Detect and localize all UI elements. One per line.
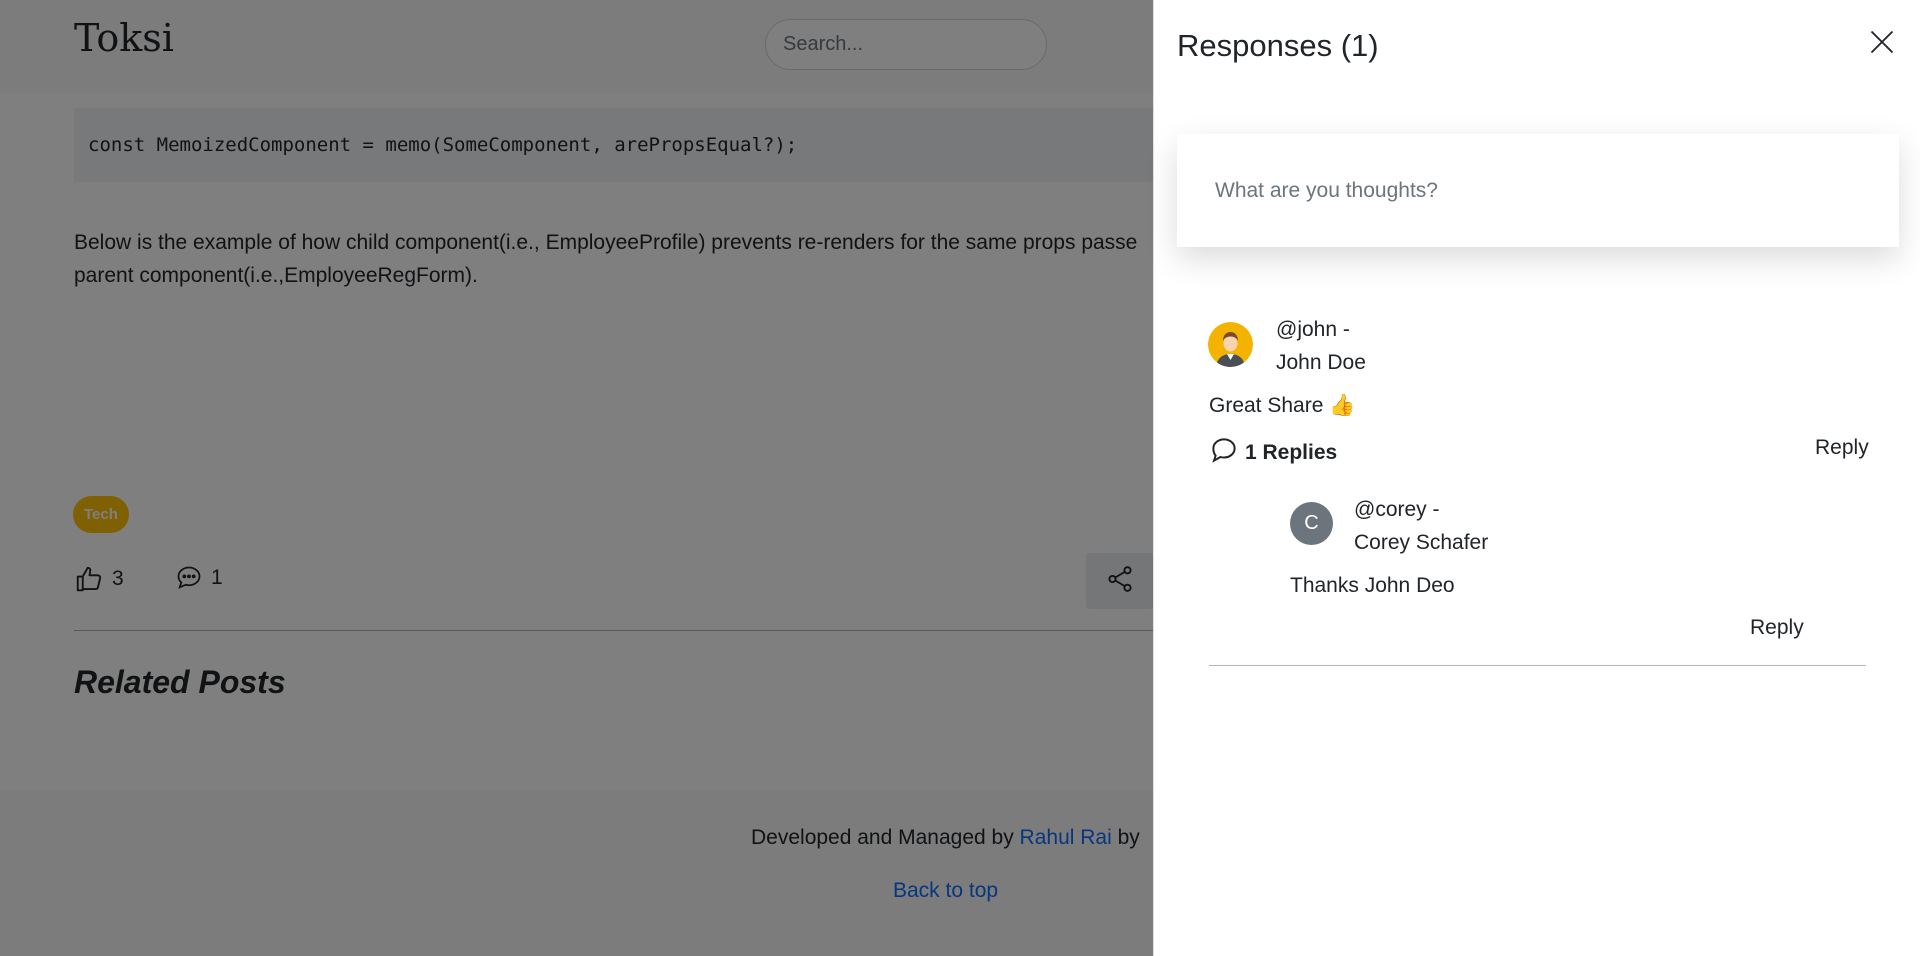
- comment-author: @john - John Doe: [1276, 313, 1366, 379]
- user-avatar-icon: [1208, 322, 1253, 367]
- reply-to-reply-button[interactable]: Reply: [1750, 616, 1804, 640]
- comment-author-handle[interactable]: @john -: [1276, 313, 1366, 346]
- reply-author-handle[interactable]: @corey -: [1354, 493, 1488, 526]
- reply-button[interactable]: Reply: [1815, 436, 1869, 460]
- reply-avatar: C: [1290, 502, 1333, 545]
- comment-author-name: John Doe: [1276, 351, 1366, 374]
- responses-drawer: Responses (1) @john - John Doe Great Sha…: [1153, 0, 1920, 956]
- close-button[interactable]: [1865, 27, 1899, 61]
- close-icon: [1868, 28, 1896, 61]
- reply-author-name: Corey Schafer: [1354, 531, 1489, 554]
- comment-text: Great Share 👍: [1209, 394, 1356, 417]
- response-input[interactable]: [1215, 178, 1861, 203]
- response-compose-box: [1177, 134, 1899, 247]
- replies-count: 1 Replies: [1245, 441, 1338, 464]
- avatar: [1208, 322, 1253, 367]
- reply-text: Thanks John Deo: [1290, 574, 1455, 597]
- reply-author: @corey - Corey Schafer: [1354, 493, 1488, 559]
- replies-toggle[interactable]: 1 Replies: [1209, 435, 1337, 471]
- comment-divider: [1209, 665, 1866, 666]
- drawer-title: Responses (1): [1177, 28, 1379, 63]
- speech-bubble-icon: [1209, 435, 1239, 471]
